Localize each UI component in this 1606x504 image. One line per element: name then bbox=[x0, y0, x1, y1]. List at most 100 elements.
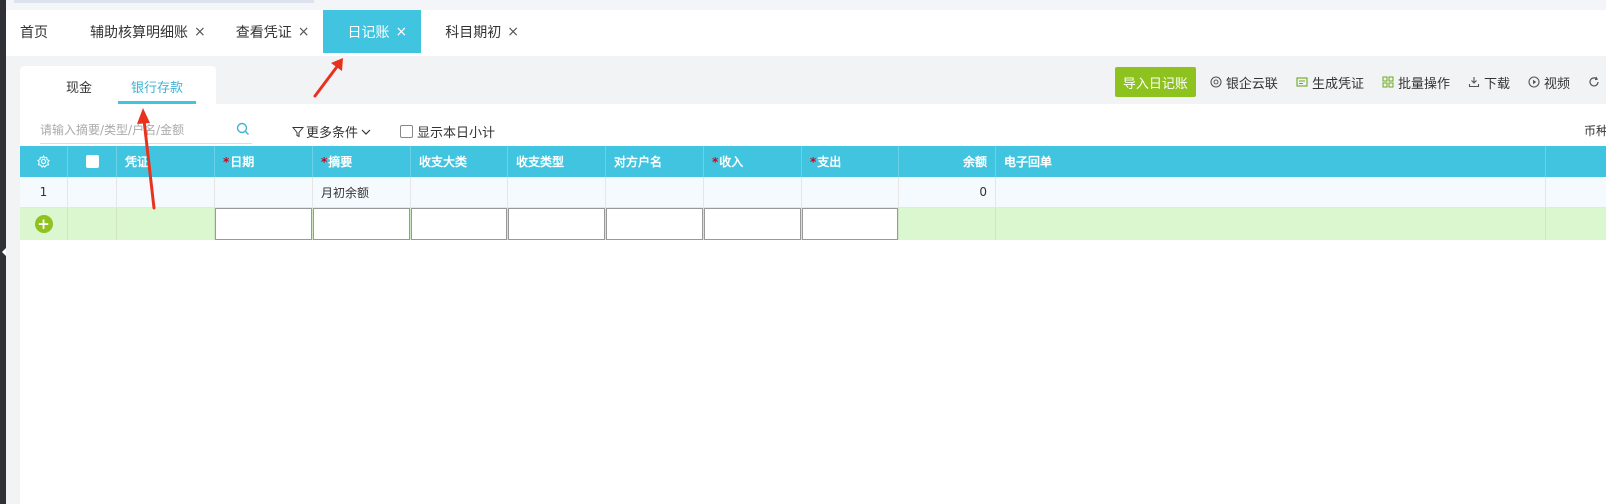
column-header-expense: * 支出 bbox=[802, 146, 899, 177]
show-daily-subtotal-toggle[interactable]: 显示本日小计 bbox=[400, 122, 495, 141]
close-icon[interactable]: × bbox=[298, 24, 310, 40]
app-root: 首页 辅助核算明细账 × 查看凭证 × 日记账 × 科目期初 × 现金 银行存款 bbox=[0, 0, 1606, 504]
link-circle-icon bbox=[1210, 76, 1222, 88]
play-icon bbox=[1528, 76, 1540, 88]
add-row-button[interactable]: + bbox=[34, 215, 53, 233]
cell-e-receipt bbox=[996, 208, 1546, 240]
search-box bbox=[40, 116, 252, 144]
header-label: 支出 bbox=[817, 155, 842, 169]
import-journal-button[interactable]: 导入日记账 bbox=[1114, 67, 1196, 97]
top-bar-accent bbox=[14, 0, 314, 3]
cell-summary bbox=[313, 208, 411, 240]
header-label: 收入 bbox=[719, 155, 744, 169]
header-label: 对方户名 bbox=[614, 155, 663, 169]
import-journal-label: 导入日记账 bbox=[1122, 76, 1188, 92]
download-icon bbox=[1468, 76, 1480, 88]
close-icon[interactable]: × bbox=[507, 24, 519, 40]
new-entry-row: + bbox=[20, 208, 1606, 240]
required-mark: * bbox=[321, 154, 328, 169]
row-checkbox-cell bbox=[68, 208, 117, 240]
close-icon[interactable]: × bbox=[395, 24, 407, 40]
column-header-balance: 余额 bbox=[899, 146, 996, 177]
header-label: 余额 bbox=[962, 155, 987, 169]
cell-income bbox=[704, 208, 802, 240]
download-button[interactable]: 下载 bbox=[1468, 73, 1510, 92]
cell-category bbox=[411, 208, 508, 240]
search-input[interactable] bbox=[40, 122, 230, 137]
date-input[interactable] bbox=[215, 208, 312, 240]
header-label: 收支类型 bbox=[516, 155, 565, 169]
daily-subtotal-checkbox[interactable] bbox=[400, 125, 413, 138]
chevron-down-icon bbox=[361, 127, 371, 137]
add-row-cell: + bbox=[20, 208, 68, 240]
batch-operation-button[interactable]: 批量操作 bbox=[1382, 73, 1450, 92]
cell-summary: 月初余额 bbox=[313, 177, 411, 207]
cell-expense bbox=[802, 177, 899, 207]
tab-label: 查看凭证 bbox=[235, 24, 292, 41]
cell-date bbox=[215, 177, 313, 207]
cell-type bbox=[508, 177, 606, 207]
column-header-summary: * 摘要 bbox=[313, 146, 411, 177]
table-row: 1 月初余额 0 bbox=[20, 177, 1606, 208]
daily-subtotal-label: 显示本日小计 bbox=[417, 126, 496, 141]
search-icon[interactable] bbox=[236, 122, 250, 136]
tab-label: 科目期初 bbox=[445, 24, 502, 41]
column-settings[interactable] bbox=[20, 146, 68, 177]
video-button[interactable]: 视频 bbox=[1528, 73, 1570, 92]
more-conditions-dropdown[interactable]: 更多条件 bbox=[292, 122, 371, 141]
generate-voucher-button[interactable]: 生成凭证 bbox=[1296, 73, 1364, 92]
cell-income bbox=[704, 177, 802, 207]
table-header: 凭证 * 日期 * 摘要 收支大类 收支类型 对方户名 * 收入 * 支出 余额 电子回… bbox=[20, 146, 1606, 177]
cell-e-receipt bbox=[996, 177, 1546, 207]
column-header-date: * 日期 bbox=[215, 146, 313, 177]
income-input[interactable] bbox=[704, 208, 801, 240]
batch-operation-label: 批量操作 bbox=[1397, 76, 1450, 92]
cell-category bbox=[411, 177, 508, 207]
close-icon[interactable]: × bbox=[194, 24, 206, 40]
column-header-voucher: 凭证 bbox=[117, 146, 215, 177]
summary-input[interactable] bbox=[313, 208, 410, 240]
subtab-label: 现金 bbox=[65, 80, 92, 96]
expense-input[interactable] bbox=[802, 208, 898, 240]
cell-date bbox=[215, 208, 313, 240]
tab-label: 首页 bbox=[20, 24, 48, 41]
toolbar: 导入日记账 银企云联 生成凭证 批量操作 下载 视频 bbox=[1114, 66, 1606, 98]
bank-link-button[interactable]: 银企云联 bbox=[1210, 73, 1278, 92]
video-label: 视频 bbox=[1543, 76, 1570, 92]
gear-icon[interactable] bbox=[37, 155, 50, 168]
header-label: 日期 bbox=[230, 155, 255, 169]
row-index: 1 bbox=[20, 177, 68, 207]
counterparty-input[interactable] bbox=[606, 208, 703, 240]
cell-counterparty bbox=[606, 177, 704, 207]
header-label: 凭证 bbox=[125, 155, 150, 169]
tab-home[interactable]: 首页 bbox=[6, 10, 62, 53]
subtab-label: 银行存款 bbox=[130, 80, 183, 96]
header-label: 摘要 bbox=[328, 155, 353, 169]
select-all-checkbox[interactable] bbox=[85, 155, 99, 168]
currency-label: 币种: bbox=[1583, 124, 1606, 138]
more-conditions-label: 更多条件 bbox=[306, 126, 359, 141]
voucher-icon bbox=[1296, 76, 1308, 88]
required-mark: * bbox=[810, 154, 817, 169]
filter-icon bbox=[292, 126, 304, 138]
subtab-bank-deposit[interactable]: 银行存款 bbox=[118, 66, 216, 106]
column-header-e-receipt: 电子回单 bbox=[996, 146, 1546, 177]
tab-aux-ledger[interactable]: 辅助核算明细账 × bbox=[62, 10, 220, 53]
cell-balance: 0 bbox=[899, 177, 996, 207]
category-select[interactable] bbox=[411, 208, 507, 240]
content-area: 现金 银行存款 导入日记账 银企云联 生成凭证 批量操作 下载 视频 请输入摘要… bbox=[6, 56, 1606, 504]
refresh-button[interactable] bbox=[1588, 76, 1604, 88]
journal-table: 凭证 * 日期 * 摘要 收支大类 收支类型 对方户名 * 收入 * 支出 余额 电子回… bbox=[20, 146, 1606, 240]
tab-bar: 首页 辅助核算明细账 × 查看凭证 × 日记账 × 科目期初 × bbox=[6, 10, 1606, 56]
download-label: 下载 bbox=[1483, 76, 1510, 92]
select-all-checkbox-cell[interactable] bbox=[68, 146, 117, 177]
type-select[interactable] bbox=[508, 208, 605, 240]
tab-view-voucher[interactable]: 查看凭证 × bbox=[220, 10, 324, 53]
tab-journal[interactable]: 日记账 × bbox=[323, 10, 422, 53]
subtab-cash[interactable]: 现金 bbox=[20, 66, 118, 106]
tab-opening-balance[interactable]: 科目期初 × bbox=[421, 10, 533, 53]
column-header-extra bbox=[1546, 146, 1606, 177]
cell-voucher bbox=[117, 177, 215, 207]
required-mark: * bbox=[712, 154, 719, 169]
filter-row: 更多条件 显示本日小计 币种: bbox=[20, 112, 1606, 148]
